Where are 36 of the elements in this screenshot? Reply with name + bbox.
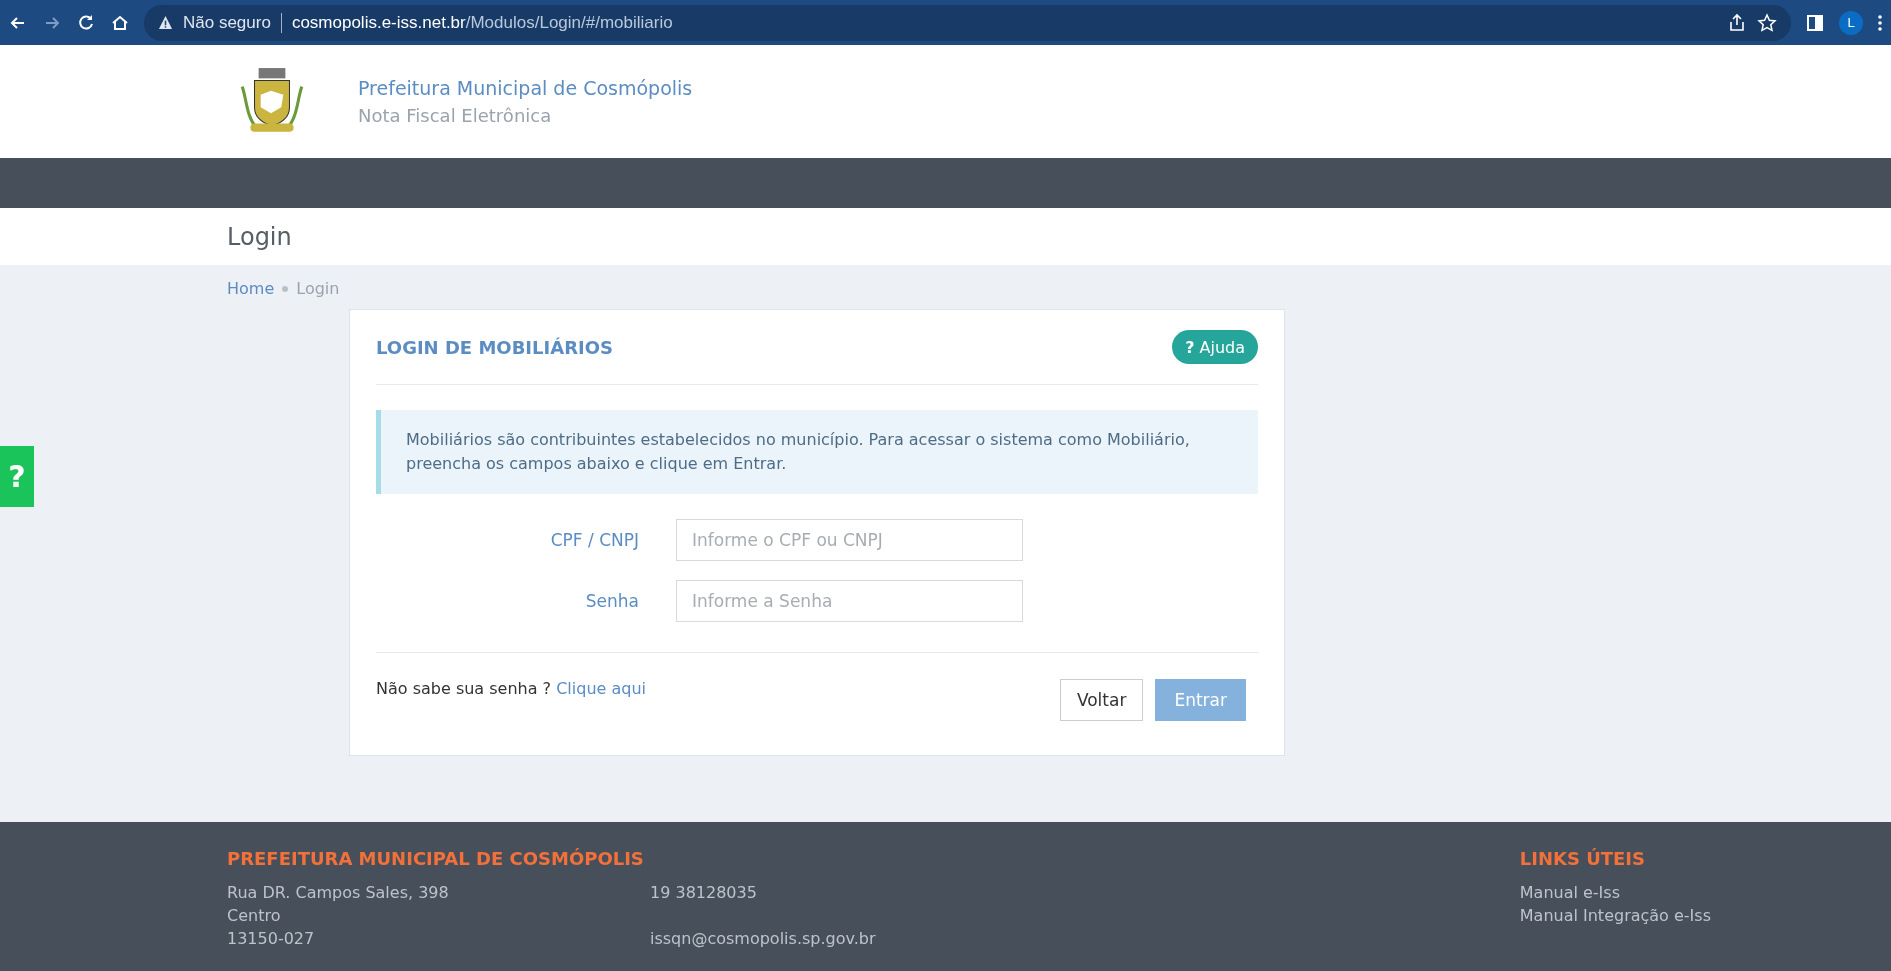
menu-icon[interactable] <box>1877 12 1883 33</box>
input-field[interactable]: Informe o CPF ou CNPJ <box>676 519 1023 561</box>
recover-password-link[interactable]: Clique aqui <box>556 679 646 698</box>
address-bar[interactable]: Não seguro cosmopolis.e-iss.net.br/Modulos/Login/#/mobiliario <box>144 4 1791 41</box>
url-path: /Modulos/Login/#/mobiliario <box>465 12 673 33</box>
site-subtitle: Nota Fiscal Eletrônica <box>358 105 553 126</box>
side-panel-icon[interactable] <box>1805 12 1825 33</box>
security-label: Não seguro <box>183 12 271 33</box>
footer-link[interactable]: Manual Integração e-Iss <box>1519 904 1711 927</box>
help-button[interactable]: ? Ajuda <box>1172 330 1258 364</box>
page-title: Login <box>227 222 292 251</box>
footer-title: PREFEITURA MUNICIPAL DE COSMÓPOLIS <box>227 848 645 869</box>
info-alert: Mobiliários são contribuintes estabelecidos no município. Para acessar o sistema como Mobiliário, preencha os campos abaixo e clique em Entrar. <box>376 410 1258 494</box>
breadcrumb-link[interactable]: Home <box>227 279 275 298</box>
warning-icon <box>158 15 173 30</box>
field-label: Senha <box>584 591 639 611</box>
breadcrumb-separator <box>282 285 289 292</box>
help-tab[interactable]: ? <box>0 446 34 507</box>
address-line: Centro <box>227 905 282 927</box>
email-address: issqn@cosmopolis.sp.gov.br <box>650 928 876 950</box>
share-icon[interactable] <box>1727 12 1747 33</box>
input-field[interactable]: Informe a Senha <box>676 580 1023 622</box>
footer-link[interactable]: Manual e-Iss <box>1519 881 1711 904</box>
links-title: LINKS ÚTEIS <box>1519 848 1647 869</box>
url-host: cosmopolis.e-iss.net.br <box>291 12 466 33</box>
forgot-password-text: Não sabe sua senha ? Clique aqui <box>376 679 646 700</box>
field-label: CPF / CNPJ <box>549 530 639 550</box>
address-line: Rua DR. Campos Sales, 398 <box>227 882 450 904</box>
breadcrumb-link[interactable]: Login <box>296 279 340 298</box>
star-icon[interactable] <box>1757 12 1777 33</box>
phone-number: 19 38128035 <box>650 882 758 904</box>
back-button[interactable]: Voltar <box>1059 679 1144 721</box>
profile-avatar[interactable]: L <box>1839 10 1863 35</box>
card-title: LOGIN DE MOBILIÁRIOS <box>376 336 613 358</box>
site-title: Prefeitura Municipal de Cosmópolis <box>358 77 693 99</box>
address-line: 13150-027 <box>227 928 316 950</box>
